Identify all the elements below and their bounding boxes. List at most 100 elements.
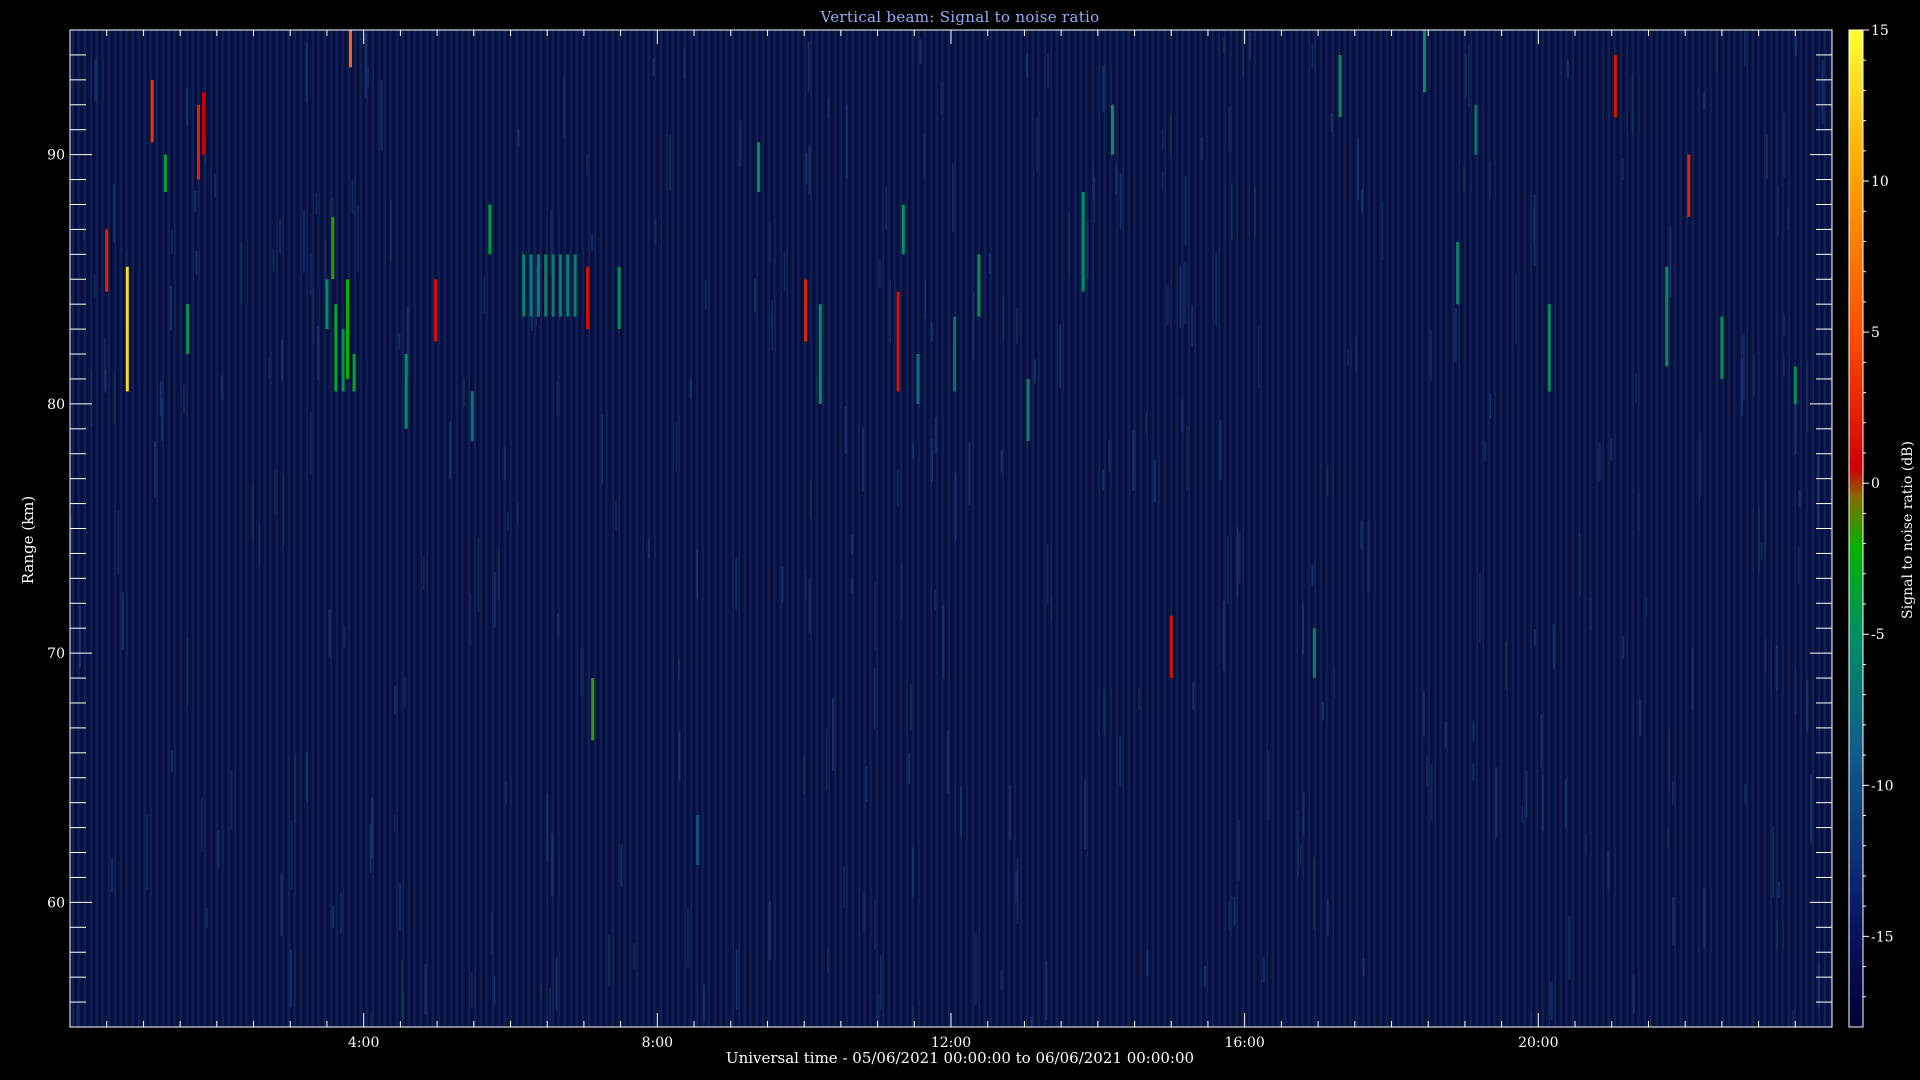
noise-streak bbox=[1068, 212, 1071, 278]
noise-streak bbox=[505, 782, 508, 804]
noise-streak bbox=[1161, 172, 1164, 189]
noise-streak bbox=[449, 422, 452, 479]
noise-streak bbox=[873, 581, 876, 651]
noise-streak bbox=[194, 191, 197, 212]
noise-streak bbox=[217, 830, 220, 868]
noise-streak bbox=[258, 524, 261, 566]
noise-streak bbox=[832, 698, 834, 772]
noise-streak bbox=[104, 368, 107, 393]
noise-streak bbox=[1146, 950, 1149, 976]
noise-streak bbox=[1033, 359, 1036, 384]
noise-streak bbox=[159, 380, 162, 417]
noise-streak bbox=[371, 797, 374, 859]
noise-streak bbox=[1776, 185, 1779, 235]
noise-streak bbox=[328, 609, 331, 657]
noise-streak bbox=[403, 676, 406, 708]
noise-streak bbox=[1760, 542, 1763, 560]
noise-streak bbox=[113, 184, 115, 242]
echo-mark bbox=[349, 30, 352, 68]
echo-mark bbox=[558, 254, 562, 317]
echo-mark bbox=[331, 216, 335, 280]
noise-streak bbox=[556, 613, 559, 637]
noise-streak bbox=[1302, 603, 1304, 655]
noise-streak bbox=[154, 441, 156, 497]
noise-streak bbox=[549, 987, 552, 1027]
noise-streak bbox=[900, 564, 903, 620]
noise-streak bbox=[1222, 600, 1225, 672]
noise-streak bbox=[268, 357, 271, 379]
noise-streak bbox=[306, 751, 309, 803]
noise-streak bbox=[1741, 358, 1744, 416]
noise-streak bbox=[332, 906, 335, 928]
noise-streak bbox=[850, 534, 853, 555]
noise-streak bbox=[1783, 314, 1786, 337]
noise-streak bbox=[1228, 106, 1231, 152]
noise-streak bbox=[861, 427, 864, 492]
noise-streak bbox=[608, 935, 611, 986]
noise-streak bbox=[1775, 645, 1778, 690]
echo-mark bbox=[325, 279, 329, 330]
noise-streak bbox=[1036, 118, 1039, 173]
noise-streak bbox=[555, 957, 558, 1011]
echo-mark bbox=[1169, 615, 1173, 678]
echo-mark bbox=[544, 254, 548, 317]
noise-streak bbox=[339, 892, 342, 934]
noise-streak bbox=[1464, 54, 1467, 98]
noise-streak bbox=[1797, 546, 1800, 584]
noise-streak bbox=[1505, 642, 1508, 690]
noise-streak bbox=[117, 510, 120, 575]
noise-streak bbox=[1669, 226, 1672, 298]
noise-streak bbox=[1103, 688, 1106, 734]
noise-streak bbox=[1672, 781, 1674, 805]
noise-streak bbox=[200, 796, 203, 852]
noise-streak bbox=[1484, 440, 1487, 462]
noise-streak bbox=[1257, 325, 1260, 388]
noise-streak bbox=[1047, 54, 1050, 89]
noise-streak bbox=[1230, 183, 1233, 240]
colorbar-tick-label: -5 bbox=[1871, 627, 1885, 643]
echo-mark bbox=[818, 304, 822, 404]
y-tick-label: 60 bbox=[47, 895, 65, 911]
y-tick-label: 90 bbox=[47, 148, 65, 164]
noise-streak bbox=[1119, 735, 1122, 787]
noise-streak bbox=[923, 133, 926, 177]
echo-mark bbox=[1312, 628, 1316, 678]
noise-streak bbox=[652, 57, 655, 76]
noise-streak bbox=[735, 558, 738, 610]
noise-streak bbox=[1161, 129, 1164, 150]
noise-streak bbox=[931, 322, 933, 342]
noise-streak bbox=[1622, 635, 1625, 660]
noise-streak bbox=[972, 291, 975, 360]
noise-streak bbox=[93, 274, 96, 297]
noise-streak bbox=[1186, 425, 1189, 491]
noise-streak bbox=[214, 173, 216, 198]
noise-streak bbox=[808, 144, 811, 195]
noise-streak bbox=[880, 955, 882, 1010]
noise-streak bbox=[1444, 721, 1447, 749]
noise-streak bbox=[1589, 597, 1592, 631]
echo-mark bbox=[1338, 54, 1342, 118]
noise-streak bbox=[1360, 520, 1363, 550]
noise-streak bbox=[1249, 32, 1251, 61]
noise-streak bbox=[1219, 420, 1222, 481]
noise-streak bbox=[380, 79, 383, 152]
echo-mark bbox=[896, 291, 900, 392]
noise-streak bbox=[1362, 958, 1365, 976]
echo-mark bbox=[1720, 316, 1724, 379]
echo-mark bbox=[1423, 30, 1426, 93]
echo-mark bbox=[334, 304, 338, 392]
noise-streak bbox=[1772, 826, 1775, 898]
echo-mark bbox=[1111, 104, 1114, 155]
noise-streak bbox=[809, 479, 812, 518]
noise-streak bbox=[1778, 882, 1781, 898]
noise-streak bbox=[1045, 960, 1048, 1020]
echo-mark bbox=[105, 229, 109, 292]
echo-mark bbox=[1687, 154, 1691, 217]
noise-streak bbox=[1744, 783, 1747, 805]
noise-streak bbox=[469, 593, 472, 646]
noise-streak bbox=[1530, 1011, 1533, 1027]
echo-mark bbox=[551, 254, 555, 317]
noise-streak bbox=[1703, 92, 1705, 110]
noise-streak bbox=[586, 153, 589, 176]
noise-streak bbox=[280, 872, 283, 937]
